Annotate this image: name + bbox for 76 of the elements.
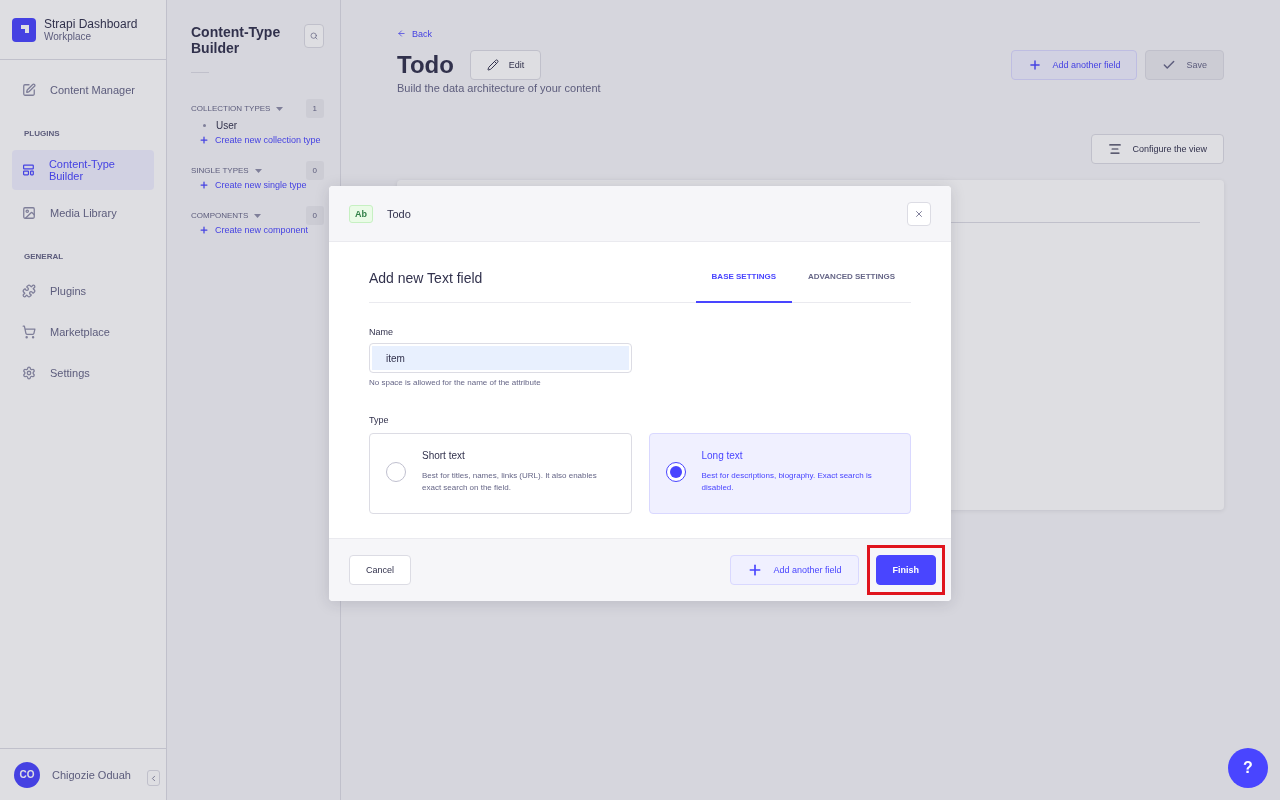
nav-item[interactable]: Marketplace xyxy=(12,314,154,350)
brand-title: Strapi Dashboard xyxy=(44,17,138,31)
plus-icon xyxy=(1028,58,1043,72)
nav-item-icon xyxy=(22,366,36,380)
settings-tab[interactable]: ADVANCED SETTINGS xyxy=(792,272,911,303)
radio-button[interactable] xyxy=(386,462,406,482)
search-button[interactable] xyxy=(304,24,324,48)
name-label: Name xyxy=(369,327,394,337)
caret-icon xyxy=(254,213,262,218)
configure-view-button[interactable]: Configure the view xyxy=(1091,134,1224,164)
caret-icon xyxy=(276,106,284,111)
group-count: 0 xyxy=(305,161,324,180)
plus-icon xyxy=(199,180,209,190)
lines-icon xyxy=(1108,142,1123,156)
brand-subtitle: Workplace xyxy=(44,31,93,42)
add-field-button[interactable]: Add another field xyxy=(730,555,859,585)
nav-item[interactable]: Content Manager xyxy=(12,72,154,108)
nav-item-icon xyxy=(22,163,35,177)
name-hint: No space is allowed for the name of the attribute xyxy=(369,378,542,387)
nav-section-heading: PLUGINS xyxy=(23,128,61,140)
user-name: Chigozie Oduah xyxy=(52,768,131,781)
nav-item[interactable]: Settings xyxy=(12,355,154,391)
nav-item-icon xyxy=(22,83,36,97)
panel-title: Content-Type Builder xyxy=(191,24,282,56)
add-field-button[interactable]: Add another field xyxy=(1011,50,1138,80)
group-heading[interactable]: COLLECTION TYPES xyxy=(191,104,284,113)
plus-icon xyxy=(199,225,209,235)
type-label: Type xyxy=(369,415,390,425)
settings-tab[interactable]: BASE SETTINGS xyxy=(695,272,793,303)
option-title: Short text xyxy=(422,450,466,461)
caret-icon xyxy=(254,168,262,173)
group-heading[interactable]: SINGLE TYPES xyxy=(191,166,262,175)
nav-item[interactable]: Plugins xyxy=(12,273,154,309)
group-heading[interactable]: COMPONENTS xyxy=(191,211,262,220)
create-link[interactable]: Create new collection type xyxy=(199,135,324,145)
check-icon xyxy=(1162,58,1177,72)
plus-icon xyxy=(199,135,209,145)
group-count: 0 xyxy=(305,206,324,225)
create-link[interactable]: Create new single type xyxy=(199,180,324,190)
help-button[interactable]: ? xyxy=(1228,748,1268,788)
edit-button[interactable]: Edit xyxy=(469,50,542,80)
collapse-button[interactable] xyxy=(147,770,160,786)
radio-button[interactable] xyxy=(665,462,686,482)
bullet-icon xyxy=(203,124,206,127)
page-subtitle: Build the data architecture of your content xyxy=(397,82,602,94)
option-description: Best for descriptions, biography. Exact search is disabled. xyxy=(701,470,873,494)
option-description: Best for titles, names, links (URL). It also enables exact search on the field. xyxy=(422,470,598,494)
nav-section-heading: GENERAL xyxy=(23,251,65,263)
nav-item[interactable]: Content-Type Builder xyxy=(12,150,154,190)
modal-title: Todo xyxy=(387,207,412,220)
cancel-button[interactable]: Cancel xyxy=(349,555,411,585)
create-link[interactable]: Create new component xyxy=(199,225,324,235)
type-option[interactable]: Long text Best for descriptions, biography. Exact search is disabled. xyxy=(648,433,911,514)
arrow-left-icon xyxy=(397,29,406,38)
option-title: Long text xyxy=(701,450,744,461)
name-field[interactable]: item xyxy=(369,343,632,373)
back-link[interactable]: Back xyxy=(397,28,432,39)
type-option[interactable]: Short text Best for titles, names, links (URL). It also enables exact search on the field. xyxy=(369,433,632,514)
chevron-left-icon xyxy=(149,773,158,783)
nav-item-icon xyxy=(22,325,36,339)
field-type-badge: Ab xyxy=(349,204,373,223)
finish-button[interactable]: Finish xyxy=(875,555,936,585)
pencil-icon xyxy=(486,59,499,71)
page-title: Todo xyxy=(397,51,454,79)
user-avatar[interactable]: CO xyxy=(14,761,40,788)
close-button[interactable] xyxy=(907,201,931,226)
search-icon xyxy=(310,32,319,40)
nav-item-icon xyxy=(22,284,36,298)
group-count: 1 xyxy=(305,99,324,118)
nav-item-icon xyxy=(22,206,36,220)
type-entry[interactable]: User xyxy=(191,118,324,135)
dialog-heading: Add new Text field xyxy=(369,270,484,288)
close-icon xyxy=(914,208,924,219)
logo-icon xyxy=(12,17,36,42)
nav-item[interactable]: Media Library xyxy=(12,195,154,231)
save-button[interactable]: Save xyxy=(1145,50,1224,80)
